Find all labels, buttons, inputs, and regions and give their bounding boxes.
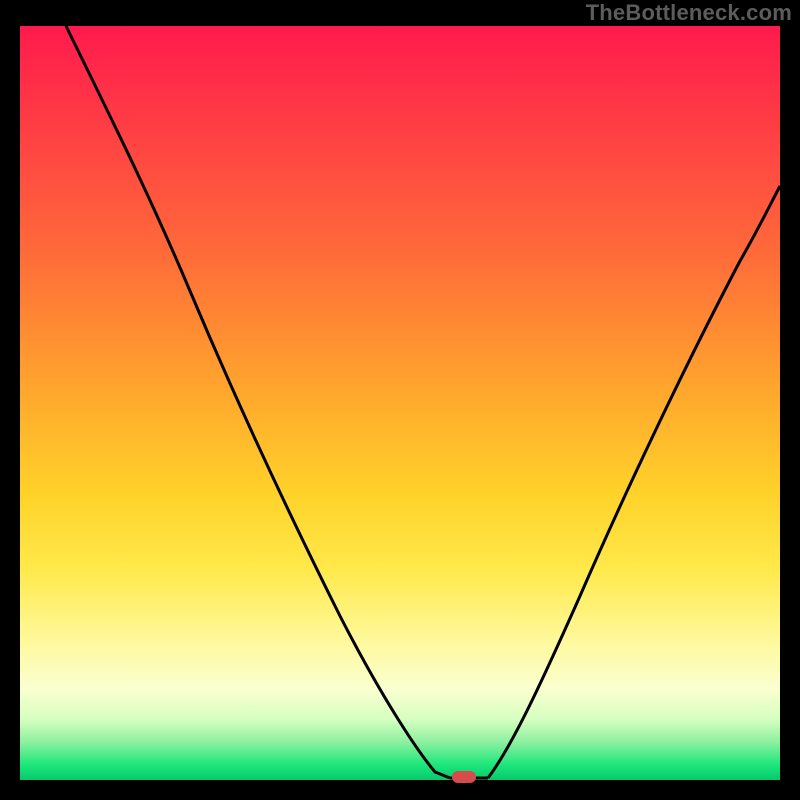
bottleneck-curve-right [488,186,780,778]
bottleneck-curve-left [66,26,450,778]
curve-overlay [20,26,780,780]
optimal-point-marker [452,771,476,783]
attribution-watermark: TheBottleneck.com [586,0,792,26]
chart-container: TheBottleneck.com [0,0,800,800]
